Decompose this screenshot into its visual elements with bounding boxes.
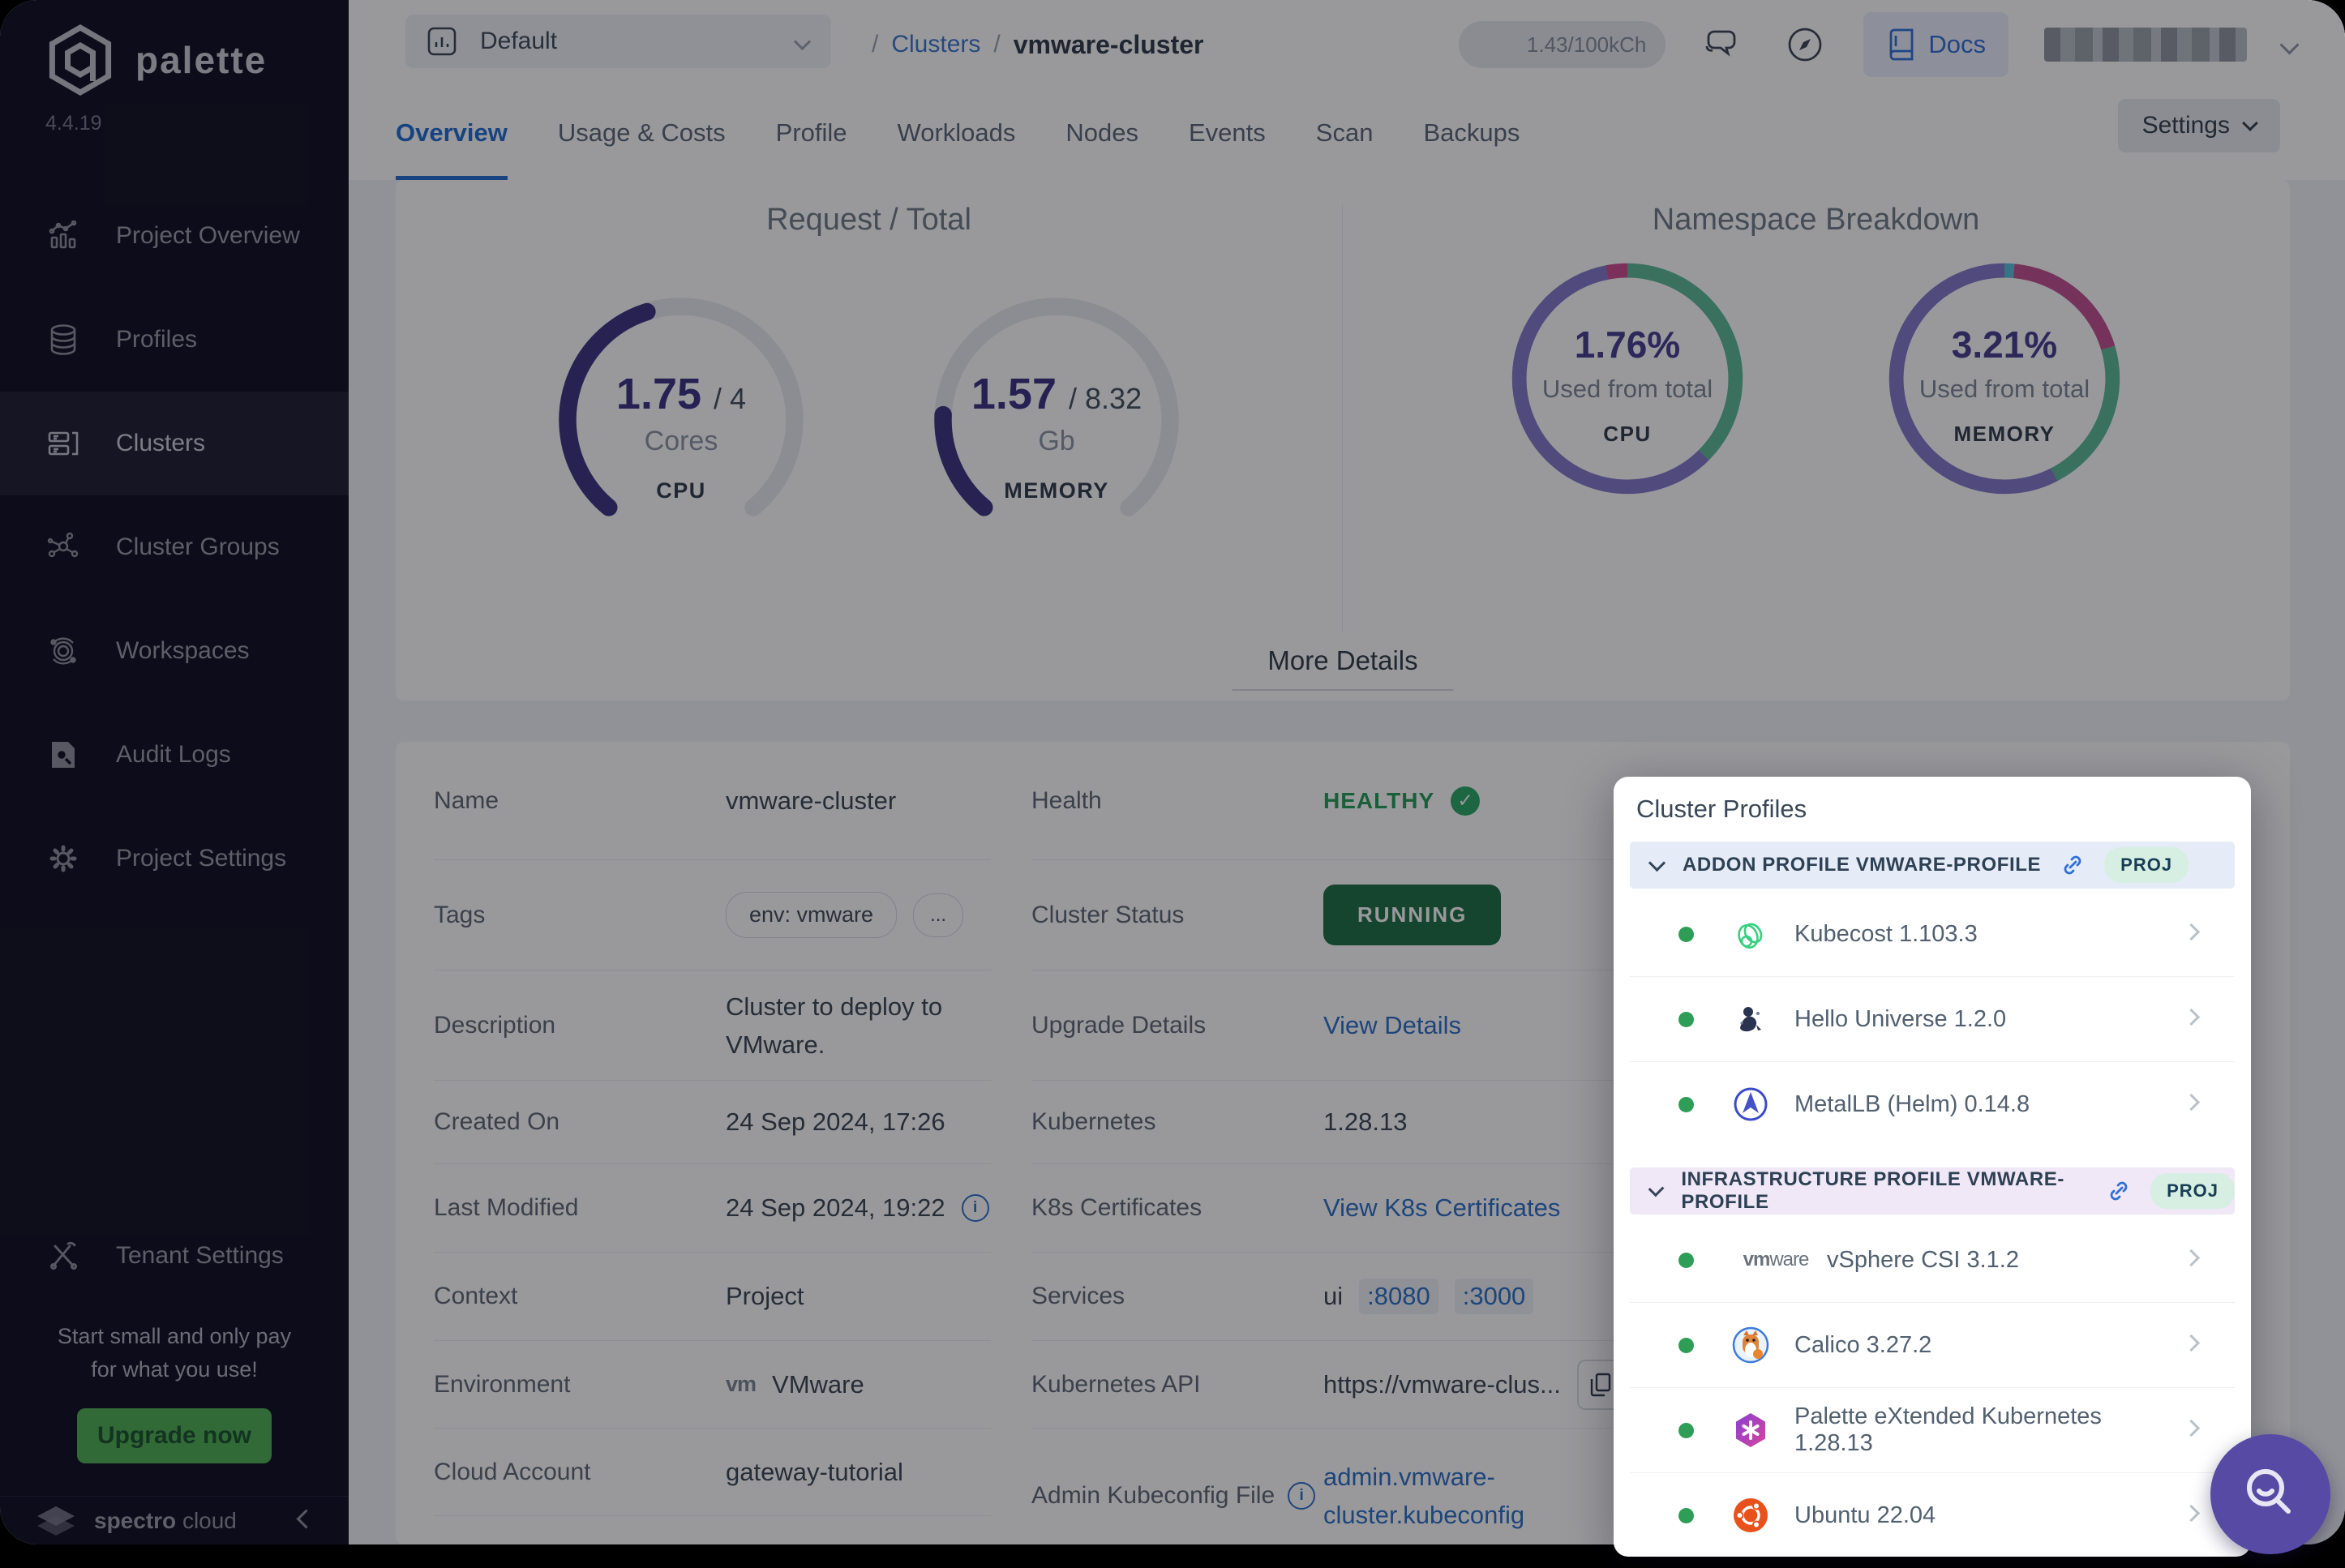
ubuntu-logo bbox=[1731, 1496, 1770, 1535]
chevron-right-icon bbox=[2185, 1011, 2197, 1027]
layer-row-metallb[interactable]: MetalLB (Helm) 0.14.8 bbox=[1630, 1062, 2235, 1146]
layer-name: Hello Universe 1.2.0 bbox=[1794, 1006, 2006, 1033]
layer-name: Kubecost 1.103.3 bbox=[1794, 921, 1978, 948]
metallb-logo bbox=[1731, 1085, 1770, 1124]
link-icon[interactable] bbox=[2107, 1179, 2131, 1203]
hello-universe-logo bbox=[1731, 1000, 1770, 1039]
layer-row-hello-universe[interactable]: Hello Universe 1.2.0 bbox=[1630, 977, 2235, 1062]
palette-pxk-logo bbox=[1731, 1411, 1770, 1450]
kubecost-logo bbox=[1731, 915, 1770, 953]
status-dot-green bbox=[1678, 1253, 1694, 1268]
status-dot-green bbox=[1678, 1012, 1694, 1027]
addon-profile-header[interactable]: ADDON PROFILE VMWARE-PROFILE PROJ bbox=[1630, 842, 2235, 889]
status-dot-green bbox=[1678, 1338, 1694, 1353]
layer-row-palette-kubernetes[interactable]: Palette eXtended Kubernetes 1.28.13 bbox=[1630, 1388, 2235, 1473]
layer-name: Ubuntu 22.04 bbox=[1794, 1502, 1936, 1529]
vmware-logo: vmware bbox=[1731, 1240, 1820, 1279]
infrastructure-profile-name: INFRASTRUCTURE PROFILE VMWARE-PROFILE bbox=[1681, 1168, 2087, 1214]
proj-badge: PROJ bbox=[2104, 847, 2189, 883]
addon-profile-layers: Kubecost 1.103.3 Hello Universe 1.2.0 bbox=[1630, 892, 2235, 1146]
layer-name: Palette eXtended Kubernetes 1.28.13 bbox=[1794, 1403, 2185, 1457]
link-icon[interactable] bbox=[2060, 853, 2085, 877]
addon-profile-name: ADDON PROFILE VMWARE-PROFILE bbox=[1683, 854, 2041, 876]
calico-logo bbox=[1731, 1326, 1770, 1365]
chevron-right-icon bbox=[2185, 1252, 2197, 1268]
cluster-profiles-panel: Cluster Profiles ADDON PROFILE VMWARE-PR… bbox=[1614, 777, 2251, 1557]
search-fab-button[interactable] bbox=[2210, 1434, 2330, 1554]
layer-name: MetalLB (Helm) 0.14.8 bbox=[1794, 1091, 2030, 1118]
layer-row-kubecost[interactable]: Kubecost 1.103.3 bbox=[1630, 892, 2235, 977]
chevron-down-icon bbox=[1648, 1180, 1665, 1197]
chevron-right-icon bbox=[2185, 926, 2197, 942]
chevron-right-icon bbox=[2185, 1337, 2197, 1353]
chevron-right-icon bbox=[2185, 1507, 2197, 1523]
chevron-right-icon bbox=[2185, 1096, 2197, 1112]
chevron-right-icon bbox=[2185, 1422, 2197, 1438]
layer-name: vSphere CSI 3.1.2 bbox=[1827, 1247, 2019, 1274]
layer-row-vsphere-csi[interactable]: vmware vSphere CSI 3.1.2 bbox=[1630, 1218, 2235, 1303]
panel-title: Cluster Profiles bbox=[1636, 795, 1807, 824]
infrastructure-profile-header[interactable]: INFRASTRUCTURE PROFILE VMWARE-PROFILE PR… bbox=[1630, 1167, 2235, 1215]
proj-badge: PROJ bbox=[2150, 1173, 2235, 1209]
layer-name: Calico 3.27.2 bbox=[1794, 1332, 1931, 1359]
status-dot-green bbox=[1678, 1423, 1694, 1438]
layer-row-ubuntu[interactable]: Ubuntu 22.04 bbox=[1630, 1473, 2235, 1557]
chevron-down-icon bbox=[1648, 855, 1666, 872]
layer-row-calico[interactable]: Calico 3.27.2 bbox=[1630, 1303, 2235, 1388]
infrastructure-profile-layers: vmware vSphere CSI 3.1.2 Calico 3.27.2 bbox=[1630, 1218, 2235, 1557]
status-dot-green bbox=[1678, 927, 1694, 942]
status-dot-green bbox=[1678, 1097, 1694, 1112]
search-icon bbox=[2236, 1460, 2304, 1528]
status-dot-green bbox=[1678, 1508, 1694, 1523]
